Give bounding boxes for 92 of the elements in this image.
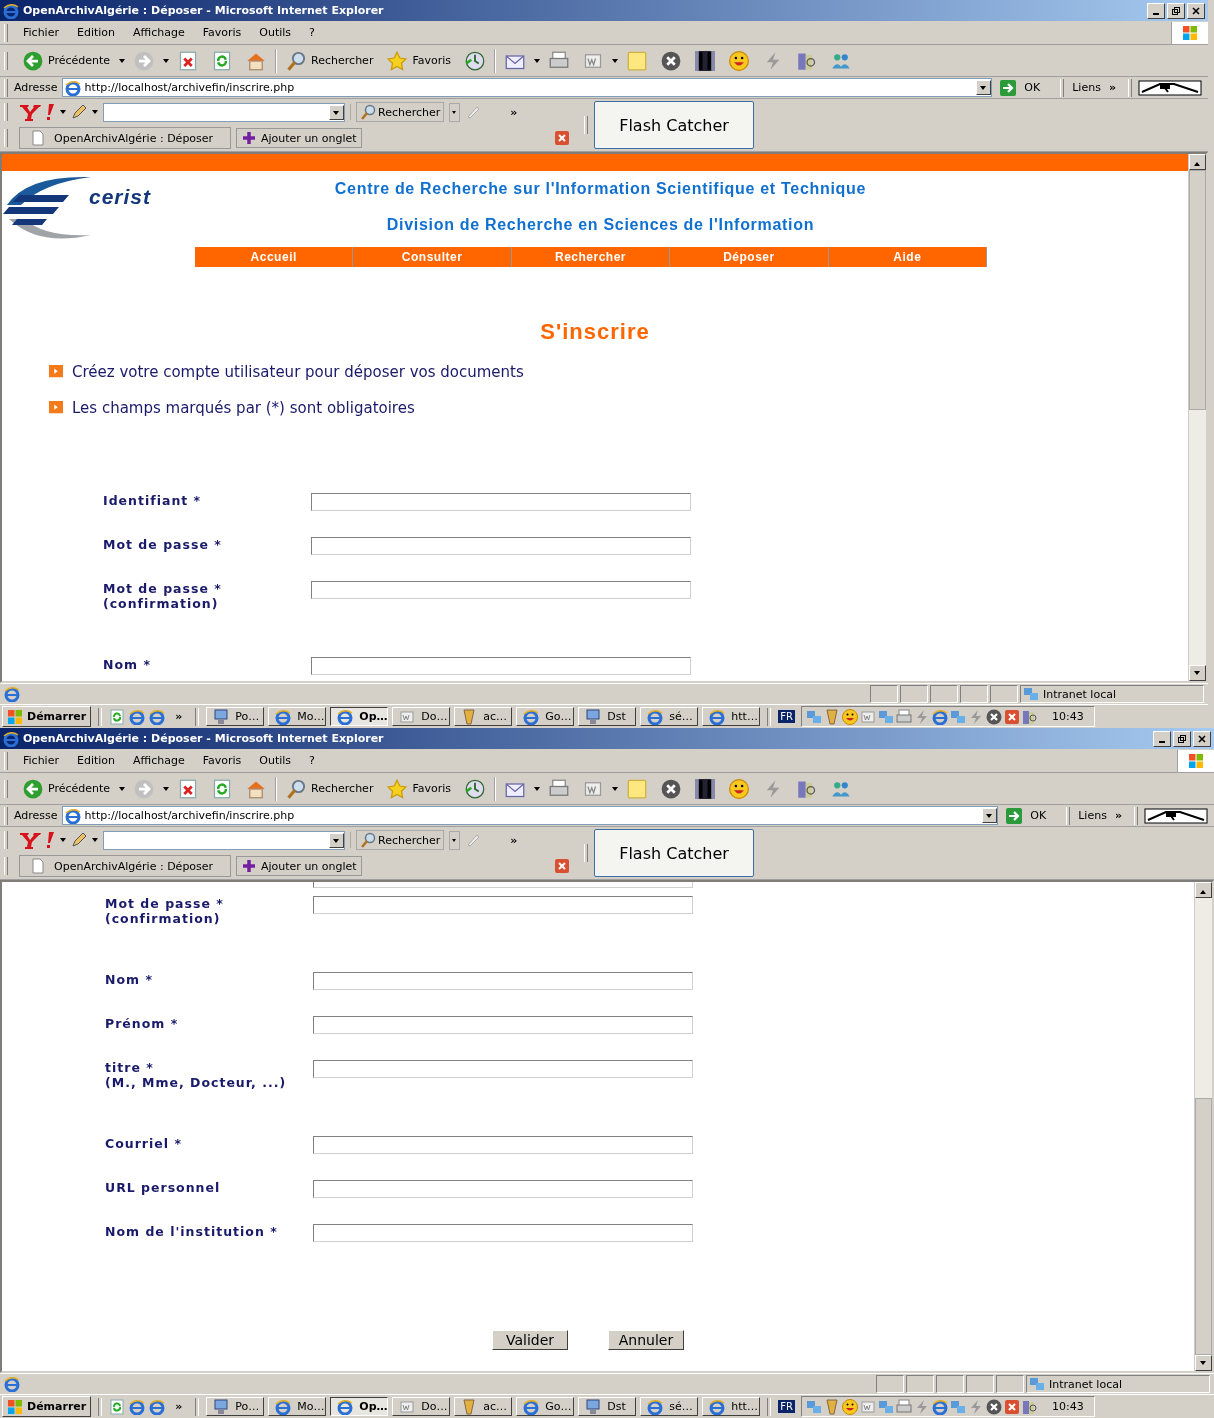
taskbar-button[interactable]: Do… <box>392 1397 451 1416</box>
taskbar-button[interactable]: Op… <box>330 707 389 726</box>
taskbar-button[interactable]: Dst <box>578 707 637 726</box>
header-title: Centre de Recherche sur l'Information Scientifique et Technique <box>334 180 867 198</box>
start-button[interactable]: Démarrer <box>2 706 92 727</box>
ok-button[interactable]: OK <box>992 79 1057 96</box>
form-button[interactable]: Valider <box>492 1330 568 1350</box>
taskbar-button[interactable]: ac… <box>454 707 513 726</box>
field-note: (M., Mme, Docteur, ...) <box>105 1075 288 1090</box>
field-label: Mot de passe * <box>103 537 223 552</box>
field-label: titre * <box>105 1060 155 1075</box>
taskbar-button[interactable]: htt… <box>702 707 761 726</box>
taskbar-button[interactable]: sé… <box>640 707 699 726</box>
favorites-button[interactable]: Favoris <box>382 778 456 799</box>
taskbar-button[interactable]: sé… <box>640 1397 699 1416</box>
language-indicator[interactable]: FR <box>778 710 796 723</box>
chevron-button[interactable]: » <box>1108 809 1130 822</box>
form-button[interactable]: Annuler <box>608 1330 684 1350</box>
chevron-button[interactable]: » <box>169 1400 189 1413</box>
note-text: Les champs marqués par (*) sont obligatoires <box>72 398 415 417</box>
menu-item[interactable]: Edition <box>67 754 124 767</box>
field-label: Nom * <box>105 972 154 987</box>
menu-item[interactable]: ? <box>300 754 324 767</box>
taskbar-button[interactable]: Po… <box>206 707 265 726</box>
browser-tab[interactable]: OpenArchivAlgérie : Déposer <box>19 855 231 877</box>
menu-item[interactable]: Affichage <box>124 26 194 39</box>
chevron-button[interactable]: » <box>510 833 518 847</box>
chevron-button[interactable]: » <box>1102 81 1124 94</box>
menu-item[interactable]: Favoris <box>193 754 251 767</box>
flash-catcher-button[interactable]: Flash Catcher <box>594 829 754 877</box>
chevron-button[interactable]: » <box>510 105 518 119</box>
page-heading: S'inscrire <box>539 319 651 345</box>
taskbar-button[interactable]: Dst <box>578 1397 637 1416</box>
field-note: (confirmation) <box>105 911 222 926</box>
taskbar-button[interactable]: Mo… <box>268 707 327 726</box>
field-label: Mot de passe * <box>103 581 223 596</box>
menu-item[interactable]: Affichage <box>124 754 194 767</box>
menu-item[interactable]: ? <box>300 26 324 39</box>
search-button[interactable]: Rechercher <box>356 830 445 850</box>
ok-button[interactable]: OK <box>998 807 1063 824</box>
field-label: Nom de l'institution * <box>105 1224 279 1239</box>
browser-tab[interactable]: OpenArchivAlgérie : Déposer <box>19 127 231 149</box>
menu-item[interactable]: Edition <box>67 26 124 39</box>
taskbar-button[interactable]: ac… <box>454 1397 513 1416</box>
add-tab-button[interactable]: Ajouter un onglet <box>236 856 362 876</box>
add-tab-button[interactable]: Ajouter un onglet <box>236 128 362 148</box>
field-label: Mot de passe * <box>105 896 225 911</box>
search-button[interactable]: Rechercher <box>281 778 379 799</box>
note-text: Créez votre compte utilisateur pour déposer vos documents <box>72 362 524 381</box>
search-button[interactable]: Rechercher <box>281 50 379 71</box>
zone-text: Intranet local <box>1049 1377 1122 1391</box>
window-title: OpenArchivAlgérie : Déposer - Microsoft Internet Explorer <box>23 732 384 745</box>
field-note: (confirmation) <box>103 596 220 611</box>
menu-item[interactable]: Fichier <box>14 754 68 767</box>
address-text: http://localhost/archivefin/inscrire.php <box>84 81 296 94</box>
menu-item[interactable]: Fichier <box>14 26 68 39</box>
links-button[interactable]: Liens <box>1076 809 1109 822</box>
taskbar-button[interactable]: htt… <box>702 1397 761 1416</box>
menu-item[interactable]: Outils <box>250 26 301 39</box>
search-button[interactable]: Rechercher <box>356 102 445 122</box>
taskbar-button[interactable]: Do… <box>392 707 451 726</box>
field-label: URL personnel <box>105 1180 222 1195</box>
taskbar-button[interactable]: Mo… <box>268 1397 327 1416</box>
address-label: Adresse <box>14 809 59 822</box>
taskbar-button[interactable]: Po… <box>206 1397 265 1416</box>
address-field[interactable]: http://localhost/archivefin/inscrire.php <box>61 78 993 97</box>
menu-item[interactable]: Outils <box>250 754 301 767</box>
language-indicator[interactable]: FR <box>778 1400 796 1413</box>
address-text: http://localhost/archivefin/inscrire.php <box>84 809 296 822</box>
clock: 10:43 <box>1052 710 1085 723</box>
logo-text: cerist <box>89 185 152 209</box>
taskbar-button[interactable]: Go… <box>516 1397 575 1416</box>
header-title: Division de Recherche en Sciences de l'Information <box>386 216 815 234</box>
back-button[interactable]: Précédente <box>18 778 116 799</box>
taskbar-button[interactable]: Op… <box>330 1397 389 1416</box>
address-label: Adresse <box>14 81 59 94</box>
flash-catcher-button[interactable]: Flash Catcher <box>594 101 754 149</box>
window-title: OpenArchivAlgérie : Déposer - Microsoft Internet Explorer <box>23 4 384 17</box>
clock: 10:43 <box>1052 1400 1085 1413</box>
back-button[interactable]: Précédente <box>18 50 116 71</box>
field-label: Prénom * <box>105 1016 180 1031</box>
field-label: Identifiant * <box>103 493 203 508</box>
field-label: Courriel * <box>105 1136 183 1151</box>
taskbar-button[interactable]: Go… <box>516 707 575 726</box>
chevron-button[interactable]: » <box>169 710 189 723</box>
menu-item[interactable]: Favoris <box>193 26 251 39</box>
field-label: Nom * <box>103 657 152 672</box>
favorites-button[interactable]: Favoris <box>382 50 456 71</box>
address-field[interactable]: http://localhost/archivefin/inscrire.php <box>61 806 999 825</box>
zone-text: Intranet local <box>1043 687 1116 701</box>
links-button[interactable]: Liens <box>1070 81 1103 94</box>
start-button[interactable]: Démarrer <box>2 1396 92 1417</box>
